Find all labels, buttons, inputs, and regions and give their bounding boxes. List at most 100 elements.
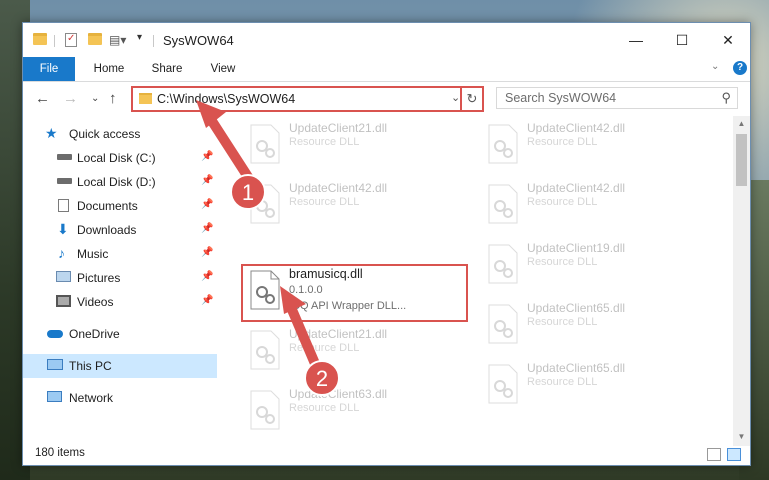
dll-file-icon <box>488 364 518 404</box>
nav-item-pictures[interactable]: Pictures 📌 <box>23 266 217 290</box>
scroll-down-icon[interactable]: ▼ <box>733 432 750 441</box>
nav-onedrive[interactable]: OneDrive <box>23 322 217 346</box>
pin-icon[interactable]: 📌 <box>201 223 213 234</box>
search-icon[interactable]: ⚲ <box>721 90 731 106</box>
address-dropdown-icon[interactable]: ⌄ <box>451 91 460 104</box>
quick-access-dropdown-icon[interactable]: ▾ <box>137 32 142 43</box>
drive-icon <box>57 154 72 160</box>
nav-label: Local Disk (C:) <box>77 151 156 165</box>
large-icons-view-icon[interactable] <box>727 448 741 461</box>
maximize-button[interactable]: ☐ <box>659 23 705 57</box>
ribbon: File Home Share View ⌄ ? <box>23 57 750 82</box>
file-description: Resource DLL <box>289 196 360 208</box>
drive-icon <box>57 178 72 184</box>
tab-home[interactable]: Home <box>83 57 135 81</box>
network-icon <box>47 391 62 402</box>
pin-icon[interactable]: 📌 <box>201 295 213 306</box>
nav-item-local-disk-d[interactable]: Local Disk (D:) 📌 <box>23 170 217 194</box>
search-input[interactable]: Search SysWOW64 ⚲ <box>496 87 738 109</box>
address-row: ← → ⌄ ↑ C:\Windows\SysWOW64 ⌄ ↻ Search S… <box>23 82 750 116</box>
pin-icon[interactable]: 📌 <box>201 199 213 210</box>
properties-icon[interactable] <box>65 33 77 47</box>
nav-quick-access[interactable]: ★ Quick access <box>23 122 217 146</box>
videos-icon <box>56 295 71 307</box>
pictures-icon <box>56 271 71 282</box>
address-bar[interactable]: C:\Windows\SysWOW64 ⌄ <box>131 86 482 112</box>
back-icon[interactable]: ← <box>35 90 50 107</box>
minimize-button[interactable]: — <box>613 23 659 57</box>
file-description: Resource DLL <box>527 136 598 148</box>
file-tile[interactable]: UpdateClient42.dll Resource DLL <box>483 178 713 232</box>
tab-file[interactable]: File <box>23 57 75 81</box>
file-tile[interactable]: UpdateClient19.dll Resource DLL <box>483 238 713 292</box>
pin-icon[interactable]: 📌 <box>201 175 213 186</box>
nav-label: Documents <box>77 199 138 213</box>
tab-share[interactable]: Share <box>141 57 193 81</box>
file-tile[interactable]: UpdateClient63.dll Resource DLL <box>245 384 475 438</box>
music-icon: ♪ <box>58 245 65 261</box>
file-description: Resource DLL <box>289 402 360 414</box>
file-tile[interactable]: UpdateClient42.dll Resource DLL <box>245 178 475 232</box>
dll-file-icon <box>488 304 518 344</box>
nav-label: Local Disk (D:) <box>77 175 156 189</box>
dll-file-icon <box>250 184 280 224</box>
dll-file-icon <box>250 330 280 370</box>
nav-this-pc[interactable]: This PC <box>23 354 217 378</box>
divider <box>153 35 154 47</box>
forward-icon[interactable]: → <box>63 90 78 107</box>
file-name: UpdateClient42.dll <box>527 181 626 195</box>
file-tile[interactable]: UpdateClient21.dll Resource DLL <box>245 118 475 172</box>
title-bar: ▤▾ ▾ SysWOW64 — ☐ ✕ <box>23 23 750 57</box>
dll-file-icon <box>488 184 518 224</box>
dll-file-icon <box>250 124 280 164</box>
details-view-icon[interactable] <box>707 448 721 461</box>
pin-icon[interactable]: 📌 <box>201 151 213 162</box>
status-bar: 180 items <box>23 446 750 465</box>
pin-icon[interactable]: 📌 <box>201 247 213 258</box>
recent-locations-icon[interactable]: ⌄ <box>91 93 99 104</box>
window-title: SysWOW64 <box>163 33 234 48</box>
file-description: Resource DLL <box>527 196 598 208</box>
nav-item-music[interactable]: ♪ Music 📌 <box>23 242 217 266</box>
nav-label: Downloads <box>77 223 137 237</box>
nav-item-downloads[interactable]: ⬇ Downloads 📌 <box>23 218 217 242</box>
file-name: UpdateClient63.dll <box>289 387 388 401</box>
nav-item-videos[interactable]: Videos 📌 <box>23 290 217 314</box>
file-tile[interactable]: UpdateClient42.dll Resource DLL <box>483 118 713 172</box>
tab-view[interactable]: View <box>197 57 249 81</box>
explorer-window: ▤▾ ▾ SysWOW64 — ☐ ✕ File Home Share View… <box>22 22 751 466</box>
item-count: 180 items <box>35 447 85 459</box>
new-folder-icon[interactable] <box>88 33 102 45</box>
dll-file-icon <box>250 390 280 430</box>
file-description: Resource DLL <box>527 376 598 388</box>
file-name: UpdateClient21.dll <box>289 327 388 341</box>
file-tile[interactable]: UpdateClient21.dll Resource DLL <box>245 324 475 378</box>
file-list: UpdateClient21.dll Resource DLL UpdateCl… <box>223 116 733 446</box>
refresh-button[interactable]: ↻ <box>460 86 484 112</box>
scroll-up-icon[interactable]: ▲ <box>733 119 750 128</box>
file-tile[interactable]: UpdateClient65.dll Resource DLL <box>483 358 713 412</box>
address-path[interactable]: C:\Windows\SysWOW64 <box>157 92 295 106</box>
file-highlight <box>241 264 468 322</box>
nav-item-documents[interactable]: Documents 📌 <box>23 194 217 218</box>
nav-network[interactable]: Network <box>23 386 217 410</box>
nav-item-local-disk-c[interactable]: Local Disk (C:) 📌 <box>23 146 217 170</box>
customize-quick-access-icon[interactable]: ▤▾ <box>109 33 126 47</box>
file-name: UpdateClient65.dll <box>527 301 626 315</box>
up-icon[interactable]: ↑ <box>109 90 117 107</box>
file-name: UpdateClient42.dll <box>289 181 388 195</box>
expand-ribbon-icon[interactable]: ⌄ <box>711 61 719 72</box>
nav-label: This PC <box>69 359 112 373</box>
file-name: UpdateClient42.dll <box>527 121 626 135</box>
close-button[interactable]: ✕ <box>705 23 750 57</box>
folder-icon <box>33 33 47 45</box>
vertical-scrollbar[interactable]: ▲ ▼ <box>733 116 750 446</box>
nav-label: Pictures <box>77 271 121 285</box>
nav-label: OneDrive <box>69 327 120 341</box>
file-description: Resource DLL <box>289 342 360 354</box>
file-tile[interactable]: UpdateClient65.dll Resource DLL <box>483 298 713 352</box>
nav-label: Videos <box>77 295 114 309</box>
pin-icon[interactable]: 📌 <box>201 271 213 282</box>
scroll-thumb[interactable] <box>736 134 747 186</box>
help-icon[interactable]: ? <box>733 61 747 75</box>
